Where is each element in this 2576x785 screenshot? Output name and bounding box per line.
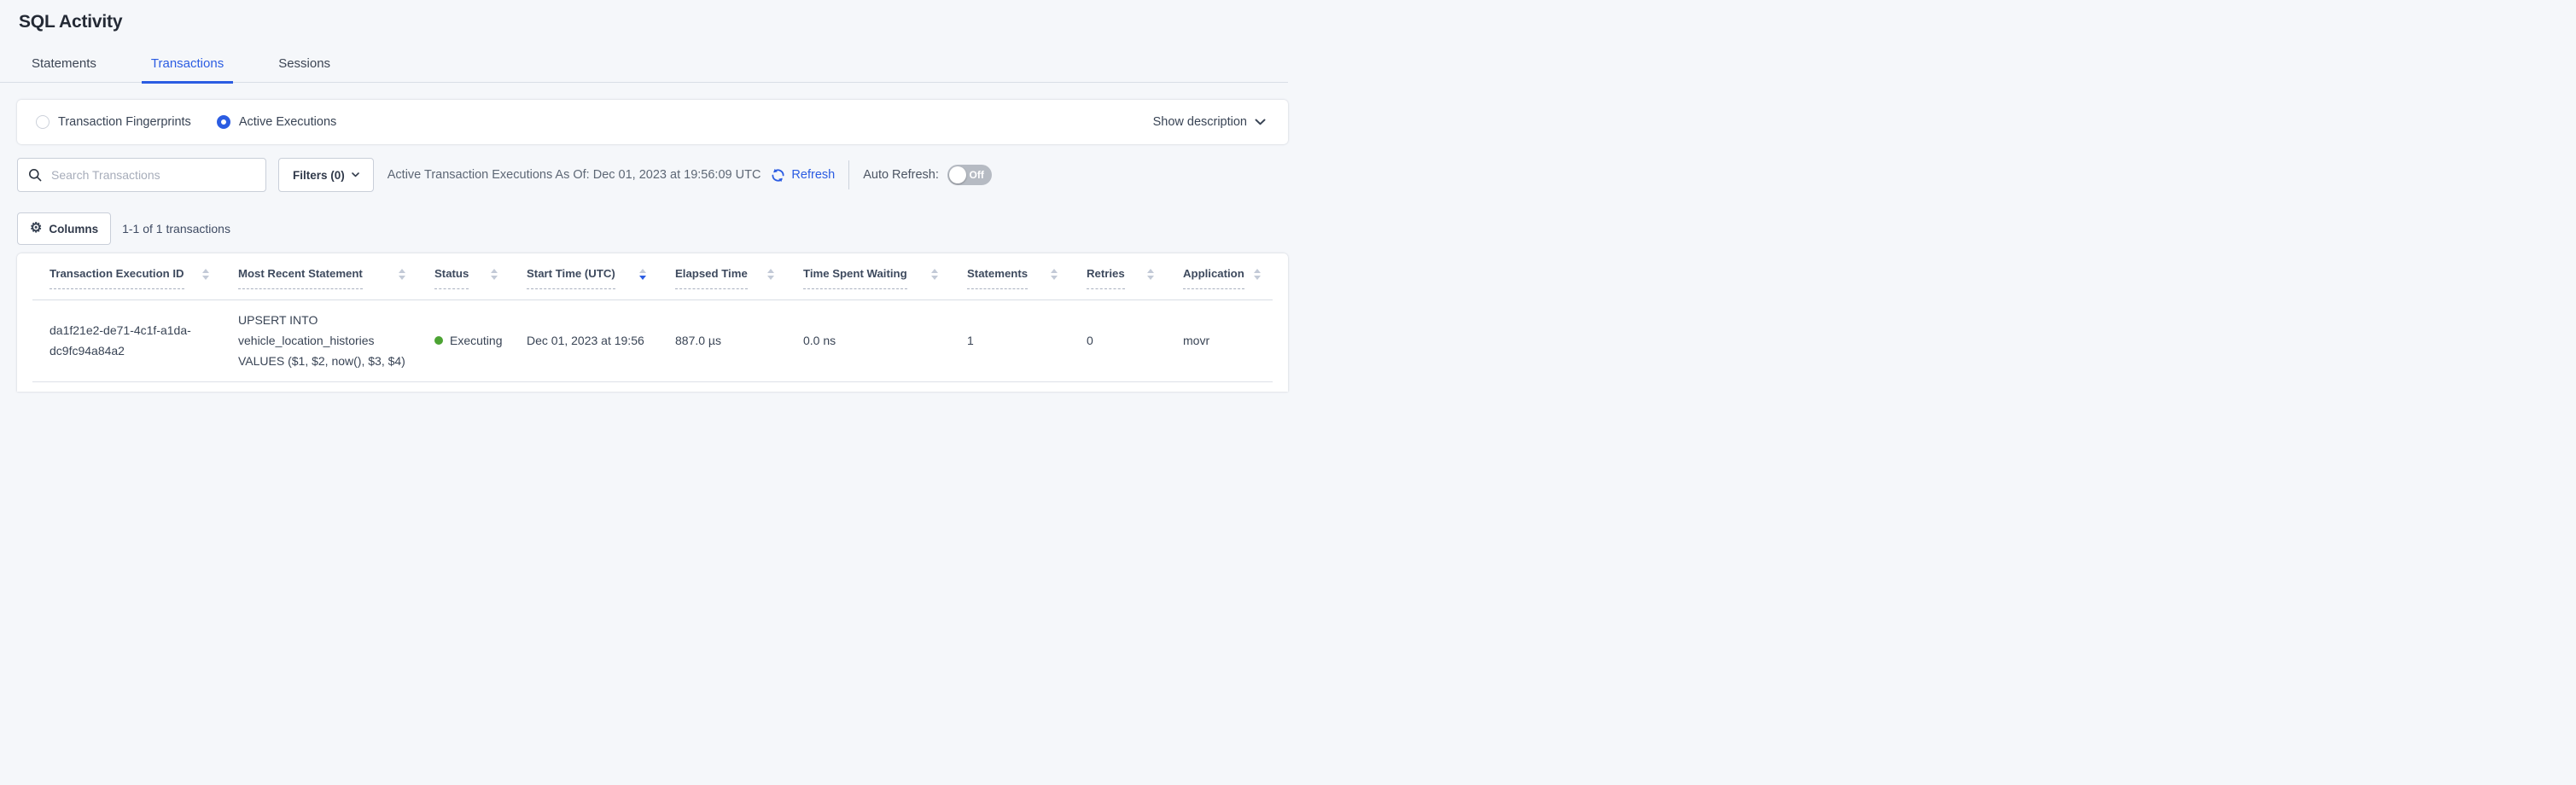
- table-header-row: Transaction Execution ID Most Recent Sta…: [32, 253, 1273, 299]
- sort-icons[interactable]: [1051, 269, 1058, 280]
- refresh-button[interactable]: Refresh: [771, 168, 835, 183]
- filters-button[interactable]: Filters (0): [278, 158, 374, 192]
- transactions-table-card: Transaction Execution ID Most Recent Sta…: [17, 253, 1288, 392]
- search-box[interactable]: [17, 158, 266, 192]
- toggle-knob: [949, 166, 966, 183]
- sort-icons[interactable]: [767, 269, 774, 280]
- cell-elapsed-time: 887.0 µs: [658, 299, 786, 381]
- results-count: 1-1 of 1 transactions: [122, 222, 230, 236]
- search-input[interactable]: [50, 167, 255, 183]
- column-header-retries[interactable]: Retries: [1069, 253, 1166, 299]
- sort-icons[interactable]: [202, 269, 209, 280]
- column-header-status[interactable]: Status: [417, 253, 510, 299]
- table-toolbar: ⚙ Columns 1-1 of 1 transactions: [17, 212, 1288, 245]
- column-header-most-recent-statement[interactable]: Most Recent Statement: [221, 253, 417, 299]
- chevron-down-icon: [1255, 119, 1266, 125]
- sort-icons[interactable]: [1254, 269, 1261, 280]
- cell-time-spent-waiting: 0.0 ns: [786, 299, 950, 381]
- sort-icons[interactable]: [931, 269, 938, 280]
- tab-bar: Statements Transactions Sessions: [0, 56, 1288, 83]
- cell-start-time: Dec 01, 2023 at 19:56: [510, 299, 658, 381]
- show-description-label: Show description: [1153, 115, 1247, 129]
- view-mode-card: Transaction Fingerprints Active Executio…: [17, 100, 1288, 144]
- sort-icons[interactable]: [399, 269, 405, 280]
- columns-button[interactable]: ⚙ Columns: [17, 212, 111, 245]
- sql-activity-page: SQL Activity Statements Transactions Ses…: [0, 12, 1288, 392]
- radio-label: Active Executions: [239, 115, 336, 129]
- radio-label: Transaction Fingerprints: [58, 115, 191, 129]
- refresh-icon: [771, 168, 785, 183]
- tab-transactions[interactable]: Transactions: [142, 56, 233, 84]
- cell-application: movr: [1166, 299, 1273, 381]
- gear-icon: ⚙: [30, 222, 42, 236]
- sort-icons[interactable]: [491, 269, 498, 280]
- column-header-start-time[interactable]: Start Time (UTC): [510, 253, 658, 299]
- refresh-label: Refresh: [791, 168, 835, 182]
- cell-status: Executing: [417, 299, 510, 381]
- status-label: Executing: [450, 330, 502, 351]
- executing-status-dot: [434, 336, 443, 345]
- column-header-application[interactable]: Application: [1166, 253, 1273, 299]
- search-icon: [28, 168, 42, 182]
- column-header-time-spent-waiting[interactable]: Time Spent Waiting: [786, 253, 950, 299]
- cell-statements: 1: [950, 299, 1069, 381]
- cell-retries: 0: [1069, 299, 1166, 381]
- auto-refresh-toggle[interactable]: Off: [947, 165, 992, 185]
- sort-icons-active-desc[interactable]: [639, 269, 646, 280]
- cell-most-recent-statement: UPSERT INTO vehicle_location_histories V…: [221, 299, 417, 381]
- as-of-timestamp: Active Transaction Executions As Of: Dec…: [388, 168, 761, 182]
- tab-sessions[interactable]: Sessions: [269, 56, 340, 82]
- controls-row: Filters (0) Active Transaction Execution…: [17, 156, 1288, 194]
- column-header-elapsed-time[interactable]: Elapsed Time: [658, 253, 786, 299]
- radio-transaction-fingerprints[interactable]: Transaction Fingerprints: [36, 115, 191, 129]
- vertical-divider: [848, 160, 849, 189]
- show-description-toggle[interactable]: Show description: [1153, 115, 1269, 129]
- filters-button-label: Filters (0): [293, 169, 345, 182]
- sort-icons[interactable]: [1147, 269, 1154, 280]
- radio-unselected-icon: [36, 115, 50, 129]
- radio-active-executions[interactable]: Active Executions: [217, 115, 336, 129]
- toggle-state-label: Off: [970, 169, 984, 181]
- column-header-transaction-execution-id[interactable]: Transaction Execution ID: [32, 253, 221, 299]
- auto-refresh-label: Auto Refresh:: [863, 168, 939, 182]
- transactions-table: Transaction Execution ID Most Recent Sta…: [32, 253, 1273, 382]
- columns-button-label: Columns: [49, 223, 98, 236]
- tab-statements[interactable]: Statements: [22, 56, 106, 82]
- chevron-down-icon: [352, 172, 359, 177]
- page-title: SQL Activity: [19, 12, 1288, 32]
- table-row[interactable]: da1f21e2-de71-4c1f-a1da-dc9fc94a84a2 UPS…: [32, 299, 1273, 381]
- column-header-statements[interactable]: Statements: [950, 253, 1069, 299]
- cell-transaction-execution-id[interactable]: da1f21e2-de71-4c1f-a1da-dc9fc94a84a2: [32, 299, 221, 381]
- radio-selected-icon: [217, 115, 230, 129]
